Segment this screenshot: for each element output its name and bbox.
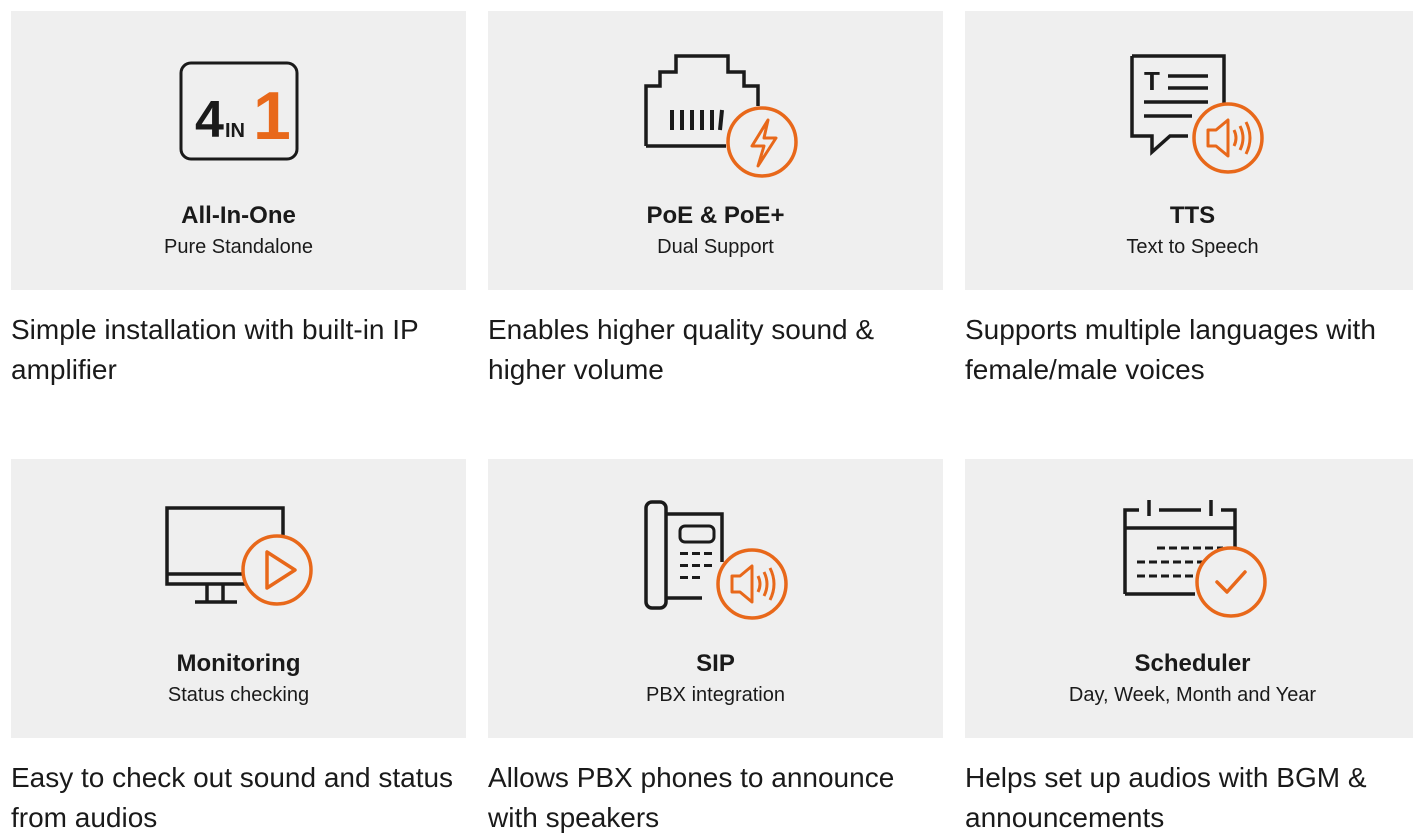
feature-title: SIP (696, 650, 735, 677)
feature-card: Monitoring Status checking (11, 459, 466, 738)
feature-all-in-one: 4 IN 1 All-In-One Pure Standalone Simple… (11, 11, 466, 390)
feature-description: Simple installation with built-in IP amp… (11, 314, 419, 385)
tts-letter: T (1144, 66, 1160, 96)
badge-number: 4 (195, 91, 224, 149)
feature-subtitle: PBX integration (646, 684, 785, 706)
four-in-one-icon: 4 IN 1 (11, 51, 466, 171)
feature-card: SIP PBX integration (488, 459, 943, 738)
feature-scheduler: Scheduler Day, Week, Month and Year Help… (965, 459, 1413, 834)
feature-subtitle: Pure Standalone (163, 236, 313, 258)
feature-title: Scheduler (1134, 650, 1251, 677)
feature-card: T TTS Text to Speech (965, 11, 1413, 290)
feature-sip: SIP PBX integration Allows PBX phones to… (488, 459, 943, 834)
feature-poe: PoE & PoE+ Dual Support Enables higher q… (488, 11, 943, 390)
ethernet-power-icon (488, 51, 943, 178)
badge-in: IN (225, 120, 245, 142)
feature-title: PoE & PoE+ (646, 202, 785, 229)
feature-tts: T TTS Text to Speech Supports multiple l… (965, 11, 1413, 390)
badge-one: 1 (253, 78, 291, 154)
feature-description: Helps set up audios with BGM & announcem… (965, 762, 1367, 833)
feature-description: Enables higher quality sound & higher vo… (488, 314, 875, 385)
feature-card: PoE & PoE+ Dual Support (488, 11, 943, 290)
text-to-speech-icon: T (965, 51, 1413, 174)
feature-title: TTS (1169, 202, 1216, 229)
calendar-check-icon (965, 499, 1413, 619)
feature-description: Supports multiple languages with female/… (965, 314, 1376, 385)
feature-subtitle: Text to Speech (1126, 236, 1259, 258)
feature-subtitle: Status checking (167, 684, 310, 706)
feature-monitoring: Monitoring Status checking Easy to check… (11, 459, 466, 834)
feature-title: Monitoring (176, 650, 301, 677)
desk-phone-speaker-icon (488, 499, 943, 620)
feature-grid: 4 IN 1 All-In-One Pure Standalone Simple… (0, 0, 1413, 834)
feature-description: Allows PBX phones to announce with speak… (488, 762, 895, 833)
feature-subtitle: Dual Support (657, 236, 774, 258)
feature-description: Easy to check out sound and status from … (11, 762, 454, 833)
monitor-play-icon (11, 499, 466, 619)
feature-subtitle: Day, Week, Month and Year (1068, 684, 1317, 706)
feature-title: All-In-One (181, 202, 296, 229)
feature-card: Scheduler Day, Week, Month and Year (965, 459, 1413, 738)
feature-card: 4 IN 1 All-In-One Pure Standalone (11, 11, 466, 290)
